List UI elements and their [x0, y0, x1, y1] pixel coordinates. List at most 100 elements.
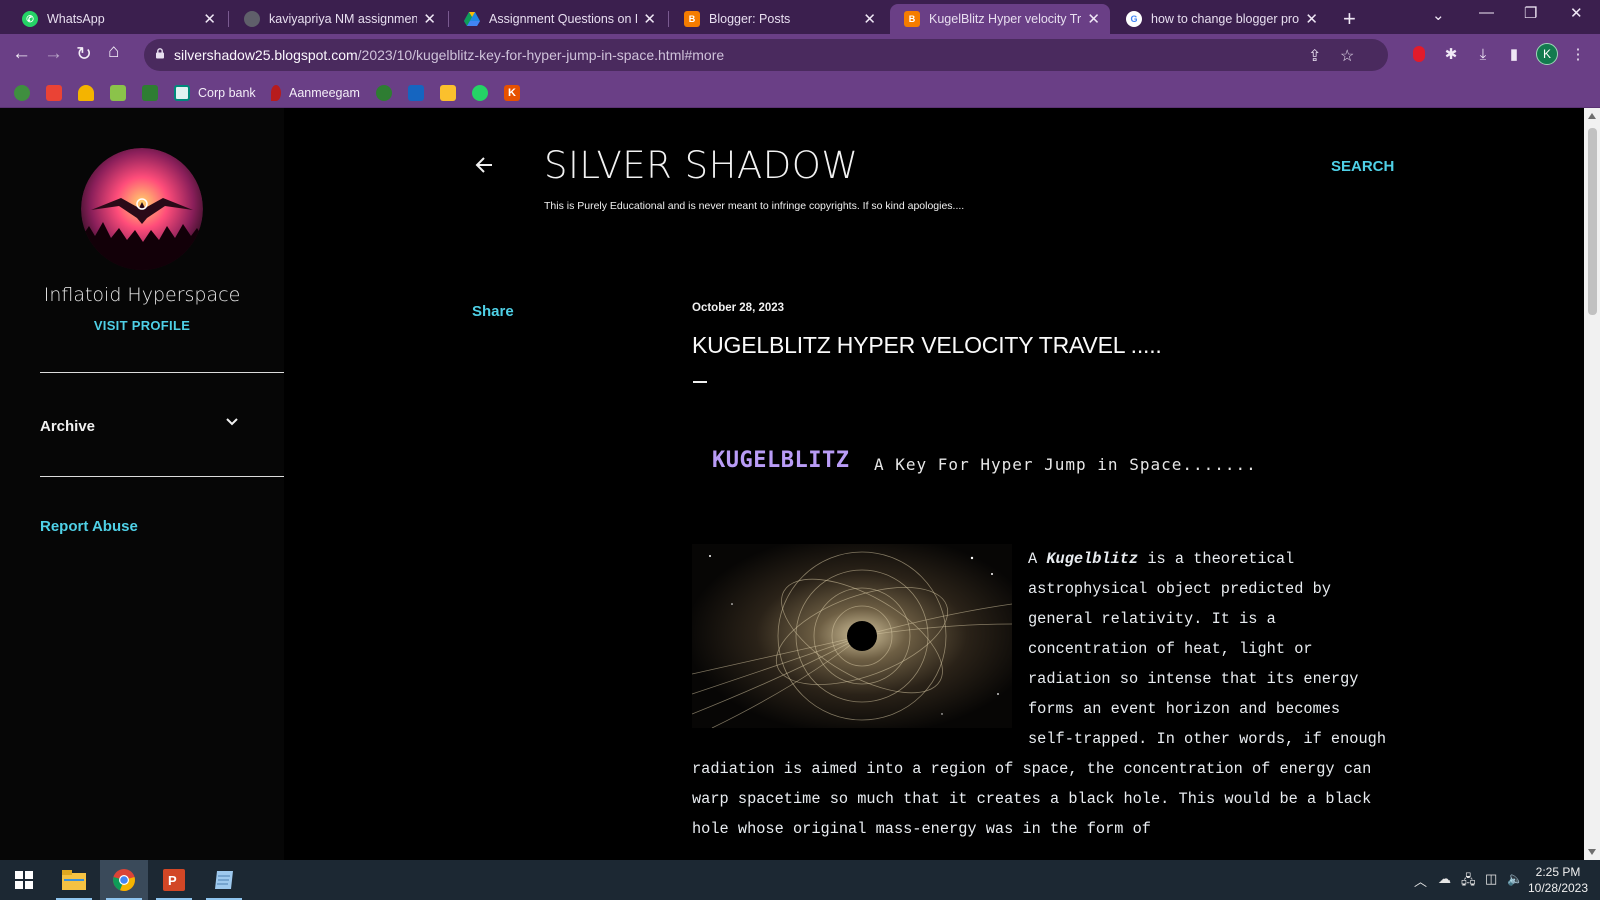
bookmark-gmail[interactable] [46, 84, 70, 101]
visit-profile-link[interactable]: VISIT PROFILE [0, 318, 284, 333]
reload-button[interactable]: ↻ [76, 43, 92, 66]
scroll-down-icon[interactable] [1587, 848, 1597, 856]
bookmark-star-icon[interactable]: ☆ [1340, 46, 1354, 66]
minimize-button[interactable]: — [1479, 4, 1494, 21]
aanmeegam-icon [271, 84, 281, 101]
divider [40, 476, 284, 477]
chrome-icon [113, 869, 135, 892]
tab-title: Assignment Questions on Di [489, 12, 638, 26]
taskbar-file-explorer[interactable] [50, 860, 98, 900]
windows-icon [15, 871, 33, 889]
home-button[interactable]: ⌂ [108, 41, 119, 63]
tab-assignment[interactable]: kaviyapriya NM assignment c ✕ [230, 4, 446, 34]
bookmark-corp-bank[interactable]: Corp bank [174, 84, 256, 101]
restore-button[interactable]: ❐ [1524, 4, 1537, 22]
scroll-thumb[interactable] [1588, 128, 1597, 315]
flag-icon [408, 84, 424, 101]
whatsapp-icon: ✆ [22, 11, 38, 27]
profile-avatar-image[interactable] [81, 148, 203, 270]
tab-whatsapp[interactable]: ✆ WhatsApp ✕ [8, 4, 226, 34]
post-heading-word: KUGELBLITZ [712, 448, 850, 473]
tray-chevron-up-icon[interactable]: ︿ [1414, 871, 1427, 890]
tab-kugelblitz[interactable]: B KugelBlitz Hyper velocity Tra ✕ [890, 4, 1110, 34]
globe-icon [244, 11, 260, 27]
svg-text:P: P [168, 873, 177, 888]
close-icon[interactable]: ✕ [423, 10, 436, 28]
wifi-icon[interactable]: ◫ [1485, 871, 1497, 887]
tab-drive[interactable]: Assignment Questions on Di ✕ [450, 4, 666, 34]
share-button[interactable]: Share [472, 303, 514, 320]
search-button[interactable]: SEARCH [1331, 158, 1394, 175]
extensions-puzzle-icon[interactable]: ✱ [1440, 43, 1462, 65]
scroll-up-icon[interactable] [1587, 112, 1597, 120]
profile-name: Inflatoid Hyperspace [43, 284, 241, 306]
bookmark-moon[interactable] [376, 84, 400, 101]
profile-avatar[interactable]: K [1536, 43, 1558, 65]
bookmark-whatsapp[interactable] [472, 84, 496, 101]
volume-icon[interactable]: 🔈 [1507, 871, 1523, 887]
side-panel-icon[interactable]: ▮ [1503, 43, 1525, 65]
tab-blogger-posts[interactable]: B Blogger: Posts ✕ [670, 4, 886, 34]
bookmark-dragon[interactable] [142, 84, 166, 101]
url-text: silvershadow25.blogspot.com/2023/10/kuge… [174, 47, 725, 63]
clock-date: 10/28/2023 [1527, 881, 1589, 895]
bookmark-aanmeegam[interactable]: Aanmeegam [268, 84, 360, 101]
blog-title[interactable]: SILVER SHADOW [544, 144, 858, 187]
divider [40, 372, 284, 373]
taskbar-notepad[interactable] [200, 860, 248, 900]
notepad-icon [215, 871, 233, 889]
blog-description: This is Purely Educational and is never … [544, 200, 965, 212]
onedrive-cloud-icon[interactable]: ☁ [1438, 871, 1451, 887]
bookmark-k[interactable]: K [504, 84, 528, 101]
taskbar-clock[interactable]: 2:25 PM 10/28/2023 [1526, 864, 1590, 896]
tab-google-search[interactable]: G how to change blogger profi ✕ [1112, 4, 1328, 34]
start-button[interactable] [0, 860, 48, 900]
kugelblitz-emphasis: Kugelblitz [1046, 550, 1139, 568]
windows-taskbar: P ︿ ☁ 🖧 ◫ 🔈 2:25 PM 10/28/2023 [0, 860, 1600, 900]
post-date: October 28, 2023 [692, 302, 785, 314]
network-icon[interactable]: 🖧 [1461, 871, 1476, 893]
back-arrow-icon[interactable] [474, 154, 496, 176]
close-icon[interactable]: ✕ [203, 10, 216, 28]
close-icon[interactable]: ✕ [1087, 10, 1100, 28]
corp-bank-icon [174, 84, 190, 101]
report-abuse-link[interactable]: Report Abuse [40, 518, 138, 535]
archive-toggle[interactable]: Archive [40, 418, 95, 435]
bookmark-leaf[interactable] [110, 84, 134, 101]
close-icon[interactable]: ✕ [863, 10, 876, 28]
back-button[interactable]: ← [12, 43, 31, 65]
menu-kebab-icon[interactable]: ⋮ [1567, 43, 1589, 65]
bookmark-flag[interactable] [408, 84, 432, 101]
tab-title: kaviyapriya NM assignment c [269, 12, 418, 26]
image-icon [440, 84, 456, 101]
blogger-icon: B [904, 11, 920, 27]
chevron-down-icon[interactable] [224, 414, 240, 430]
bookmark-crown[interactable] [78, 84, 102, 101]
moon-icon [376, 84, 392, 101]
download-icon[interactable]: ⤓ [1472, 43, 1494, 65]
address-bar[interactable]: silvershadow25.blogspot.com/2023/10/kuge… [144, 39, 1388, 71]
bookmark-green-icon [14, 84, 30, 101]
crown-icon [78, 84, 94, 101]
tab-title: how to change blogger profi [1151, 12, 1300, 26]
new-tab-button[interactable]: + [1343, 6, 1356, 32]
extension-red-icon[interactable] [1408, 43, 1430, 65]
close-window-button[interactable]: ✕ [1570, 4, 1583, 22]
bookmark-image[interactable] [440, 84, 464, 101]
close-icon[interactable]: ✕ [643, 10, 656, 28]
page-scrollbar[interactable] [1584, 108, 1600, 860]
taskbar-powerpoint[interactable]: P [150, 860, 198, 900]
bookmark-green[interactable] [14, 84, 38, 101]
tab-title: WhatsApp [47, 12, 105, 26]
post-body: A Kugelblitz is a theoretical astrophysi… [692, 550, 1387, 838]
share-page-icon[interactable]: ⇪ [1308, 46, 1321, 66]
google-icon: G [1126, 11, 1142, 27]
taskbar-chrome[interactable] [100, 860, 148, 900]
post-heading-sub: A Key For Hyper Jump in Space....... [874, 455, 1257, 474]
lock-icon [156, 48, 164, 59]
tab-search-icon[interactable]: ⌄ [1432, 6, 1445, 24]
forward-button[interactable]: → [44, 43, 63, 65]
title-underline [693, 381, 707, 383]
close-icon[interactable]: ✕ [1305, 10, 1318, 28]
post-title: KUGELBLITZ HYPER VELOCITY TRAVEL ..... [692, 332, 1162, 358]
